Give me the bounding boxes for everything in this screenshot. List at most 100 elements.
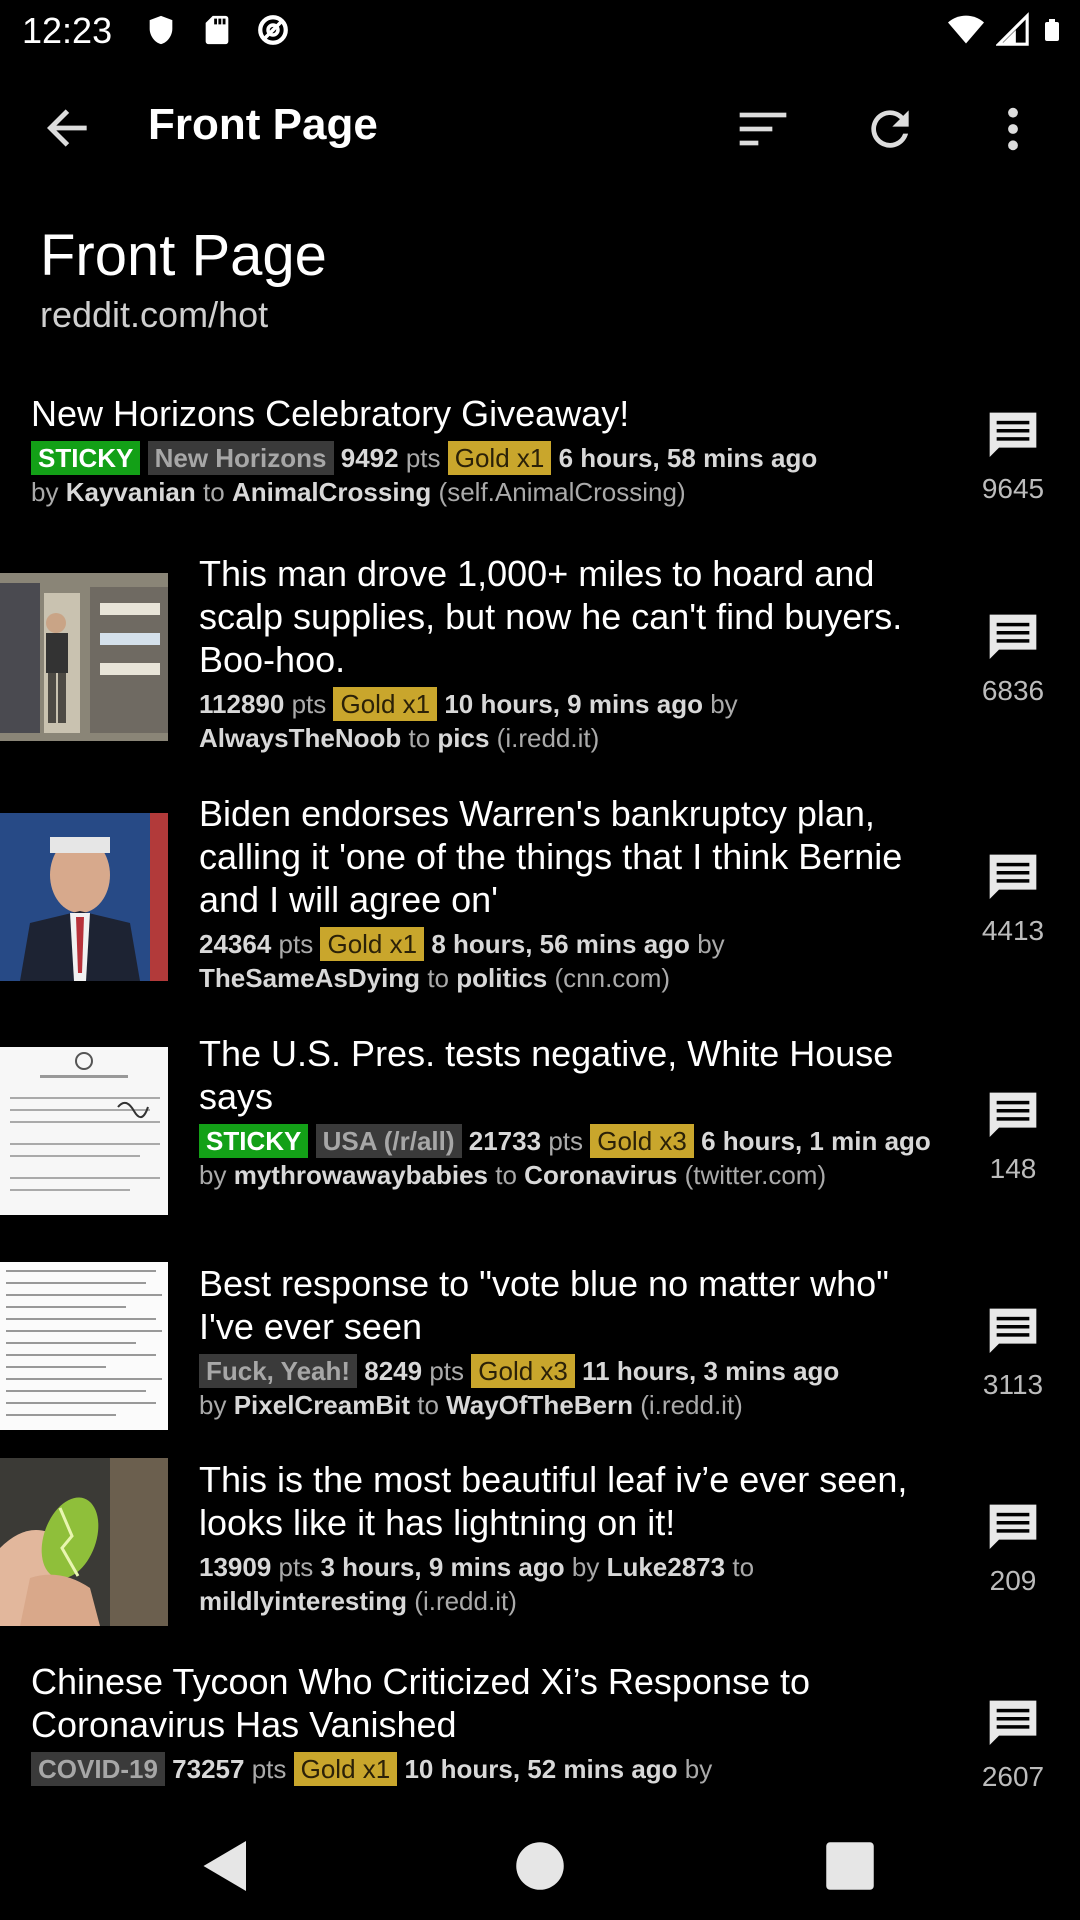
- thumbnail-image: [0, 1262, 168, 1430]
- comments-button[interactable]: 4413: [968, 850, 1058, 947]
- by-label: by: [199, 1390, 227, 1420]
- post-item[interactable]: Biden endorses Warren's bankruptcy plan,…: [0, 792, 1080, 1002]
- post-item[interactable]: Best response to "vote blue no matter wh…: [0, 1262, 1080, 1432]
- post-thumbnail[interactable]: [0, 1262, 168, 1430]
- flair-badge: USA (/r/all): [315, 1124, 462, 1158]
- gold-badge: Gold x3: [590, 1124, 694, 1158]
- gold-badge: Gold x1: [447, 441, 552, 475]
- post-item[interactable]: New Horizons Celebratory Giveaway! STICK…: [0, 392, 1080, 522]
- post-author[interactable]: PixelCreamBit: [234, 1390, 410, 1420]
- signal-icon: [996, 12, 1029, 46]
- more-options-button[interactable]: [978, 94, 1048, 164]
- comment-count: 3113: [982, 1369, 1044, 1400]
- refresh-icon: [871, 110, 909, 148]
- post-subreddit[interactable]: pics: [437, 723, 489, 753]
- gold-badge: Gold x1: [293, 1752, 398, 1786]
- back-button[interactable]: [40, 100, 110, 156]
- pts-label: pts: [548, 1126, 583, 1156]
- back-arrow-icon: [47, 109, 87, 147]
- comments-button[interactable]: 9645: [968, 408, 1058, 505]
- post-title: This man drove 1,000+ miles to hoard and…: [199, 553, 903, 680]
- comment-count: 9645: [981, 473, 1045, 504]
- comment-icon: [989, 1700, 1037, 1745]
- post-meta: STICKY New Horizons 9492 pts Gold x1 6 h…: [31, 441, 951, 509]
- post-meta: STICKY USA (/r/all) 21733 pts Gold x3 6 …: [199, 1124, 939, 1192]
- toolbar: Front Page: [0, 62, 1080, 192]
- to-label: to: [417, 1390, 439, 1420]
- post-thumbnail[interactable]: [0, 813, 168, 981]
- nav-recents-button[interactable]: [820, 1836, 880, 1896]
- post-author[interactable]: Luke2873: [607, 1552, 726, 1582]
- shield-icon: [149, 15, 173, 45]
- post-meta: 13909 pts 3 hours, 9 mins ago by Luke287…: [199, 1550, 939, 1618]
- thumbnail-image: [0, 1458, 168, 1626]
- post-subreddit[interactable]: mildlyinteresting: [199, 1586, 407, 1616]
- comments-button[interactable]: 209: [968, 1500, 1058, 1597]
- post-domain: (twitter.com): [684, 1160, 827, 1190]
- post-thumbnail[interactable]: [0, 1047, 168, 1215]
- comments-button[interactable]: 2607: [968, 1696, 1058, 1793]
- post-domain: (cnn.com): [554, 963, 671, 993]
- post-time: 6 hours, 58 mins ago: [558, 443, 818, 473]
- pts-label: pts: [251, 1754, 287, 1784]
- post-subreddit[interactable]: Coronavirus: [524, 1160, 677, 1190]
- post-thumbnail[interactable]: [0, 1458, 168, 1626]
- post-title: This is the most beautiful leaf iv’e eve…: [199, 1459, 908, 1543]
- post-thumbnail[interactable]: [0, 573, 168, 741]
- header-title: Front Page: [40, 223, 327, 288]
- at-sign-icon: [258, 15, 288, 45]
- post-domain: (self.AnimalCrossing): [438, 477, 686, 507]
- comment-icon: [989, 1092, 1037, 1137]
- flair-badge: New Horizons: [147, 441, 334, 475]
- nav-recents-icon: [826, 1842, 874, 1890]
- pts-label: pts: [429, 1356, 465, 1386]
- post-time: 10 hours, 52 mins ago: [404, 1754, 678, 1784]
- by-label: by: [684, 1754, 713, 1784]
- gold-badge: Gold x1: [320, 927, 425, 961]
- by-label: by: [571, 1552, 600, 1582]
- post-author[interactable]: Kayvanian: [66, 477, 196, 507]
- to-label: to: [427, 963, 449, 993]
- post-item[interactable]: This is the most beautiful leaf iv’e eve…: [0, 1458, 1080, 1628]
- comments-button[interactable]: 3113: [968, 1304, 1058, 1401]
- thumbnail-image: [0, 573, 168, 741]
- refresh-button[interactable]: [855, 94, 925, 164]
- comment-count: 209: [989, 1565, 1037, 1596]
- post-subreddit[interactable]: WayOfTheBern: [446, 1390, 633, 1420]
- comment-icon: [989, 1308, 1037, 1353]
- post-time: 6 hours, 1 min ago: [701, 1126, 931, 1156]
- post-subreddit[interactable]: politics: [456, 963, 547, 993]
- nav-back-button[interactable]: [196, 1836, 256, 1896]
- post-item[interactable]: The U.S. Pres. tests negative, White Hou…: [0, 1032, 1080, 1232]
- post-points: 13909: [199, 1552, 272, 1582]
- flair-badge: COVID-19: [31, 1752, 165, 1786]
- post-title: Chinese Tycoon Who Criticized Xi’s Respo…: [31, 1661, 811, 1745]
- comments-button[interactable]: 6836: [968, 610, 1058, 707]
- comment-icon: [989, 1504, 1037, 1549]
- status-time: 12:23: [22, 10, 113, 51]
- to-label: to: [732, 1552, 755, 1582]
- post-author[interactable]: AlwaysTheNoob: [199, 723, 401, 753]
- comment-count: 6836: [981, 675, 1045, 706]
- toolbar-title: Front Page: [148, 100, 378, 149]
- comment-icon: [989, 412, 1037, 457]
- pts-label: pts: [291, 689, 327, 719]
- post-domain: (i.redd.it): [496, 723, 600, 753]
- comments-button[interactable]: 148: [968, 1088, 1058, 1185]
- post-time: 10 hours, 9 mins ago: [444, 689, 703, 719]
- post-author[interactable]: mythrowawaybabies: [234, 1160, 488, 1190]
- post-subreddit[interactable]: AnimalCrossing: [232, 477, 431, 507]
- status-bar: 12:23: [0, 0, 1080, 62]
- post-points: 21733: [468, 1126, 542, 1156]
- nav-home-button[interactable]: [510, 1836, 570, 1896]
- post-points: 24364: [199, 929, 272, 959]
- post-item[interactable]: Chinese Tycoon Who Criticized Xi’s Respo…: [0, 1660, 1080, 1793]
- post-item[interactable]: This man drove 1,000+ miles to hoard and…: [0, 552, 1080, 762]
- thumbnail-image: [0, 813, 168, 981]
- sort-button[interactable]: [728, 94, 798, 164]
- sticky-badge: STICKY: [31, 441, 141, 475]
- post-points: 8249: [364, 1356, 423, 1386]
- post-author[interactable]: TheSameAsDying: [199, 963, 420, 993]
- post-time: 3 hours, 9 mins ago: [320, 1552, 565, 1582]
- post-time: 8 hours, 56 mins ago: [431, 929, 690, 959]
